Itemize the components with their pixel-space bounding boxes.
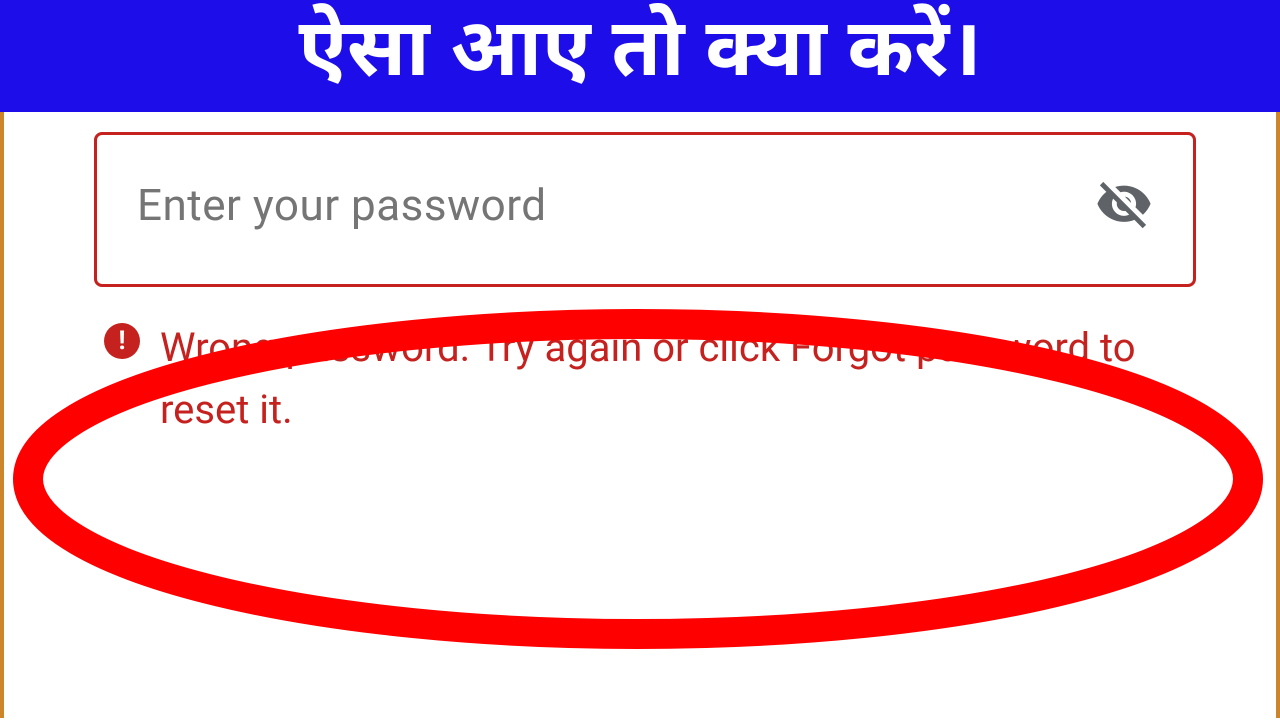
content-area: Enter your password ! Wrong password. Tr… — [0, 112, 1280, 718]
password-input-container[interactable]: Enter your password — [94, 132, 1196, 287]
error-icon: ! — [104, 323, 140, 359]
error-message-row: ! Wrong password. Try again or click For… — [94, 317, 1196, 441]
title-banner: ऐसा आए तो क्या करें। — [0, 0, 1280, 112]
hide-password-icon[interactable] — [1095, 176, 1153, 234]
error-icon-symbol: ! — [118, 328, 125, 354]
password-placeholder: Enter your password — [137, 179, 547, 231]
error-text: Wrong password. Try again or click Forgo… — [160, 317, 1186, 441]
banner-text: ऐसा आए तो क्या करें। — [299, 3, 982, 108]
